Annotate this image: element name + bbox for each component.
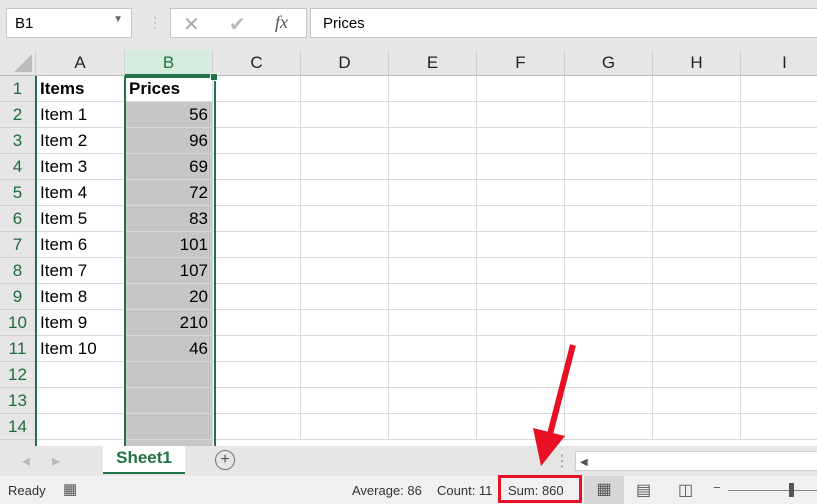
red-arrow [533,344,576,466]
arrow-shaft [546,344,576,439]
arrow-head [533,428,565,466]
